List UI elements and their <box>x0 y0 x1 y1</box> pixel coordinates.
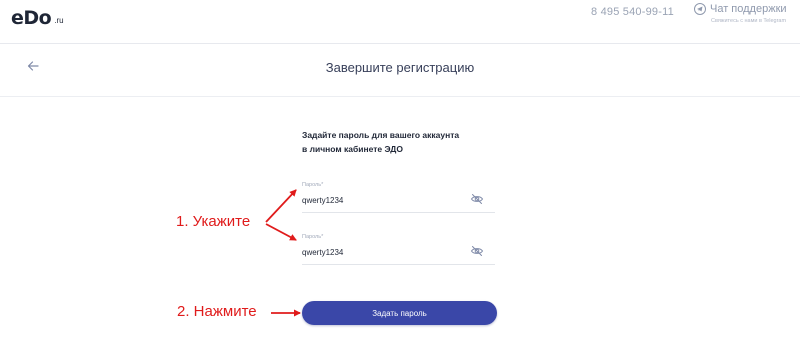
password-confirm-field: Пароль* <box>302 234 495 265</box>
logo-suffix: .ru <box>54 16 64 25</box>
eye-off-icon[interactable] <box>470 244 484 258</box>
set-password-button[interactable]: Задать пароль <box>302 301 497 325</box>
password-form: Задайте пароль для вашего аккаунта в лич… <box>302 128 498 156</box>
logo[interactable]: eDo .ru <box>11 8 64 28</box>
password-confirm-label: Пароль* <box>302 234 324 240</box>
password-input[interactable] <box>302 194 462 206</box>
annotation-arrow-field2 <box>265 223 297 241</box>
form-description: Задайте пароль для вашего аккаунта в лич… <box>302 128 498 156</box>
password-confirm-input[interactable] <box>302 246 462 258</box>
top-bar: eDo .ru 8 495 540-99-11 Чат поддержки Св… <box>0 0 800 44</box>
annotation-step2: 2. Нажмите <box>177 303 257 320</box>
telegram-icon <box>694 3 706 15</box>
logo-mark: eDo <box>11 7 52 29</box>
page-title: Завершите регистрацию <box>325 60 475 75</box>
form-description-line1: Задайте пароль для вашего аккаунта <box>302 130 460 140</box>
annotation-step1: 1. Укажите <box>176 213 251 230</box>
phone-number[interactable]: 8 495 540-99-11 <box>591 6 674 18</box>
password-field: Пароль* <box>302 182 495 213</box>
support-chat-subtitle: Свяжитесь с нами в Telegram <box>711 18 787 24</box>
page-header: Завершите регистрацию <box>0 44 800 97</box>
support-chat-label: Чат поддержки <box>710 3 787 15</box>
support-chat-link[interactable]: Чат поддержки Свяжитесь с нами в Telegra… <box>694 3 794 24</box>
annotation-arrow-field1 <box>265 189 297 223</box>
form-description-line2: в личном кабинете ЭДО <box>302 144 403 154</box>
eye-off-icon[interactable] <box>470 192 484 206</box>
password-field-label: Пароль* <box>302 182 324 188</box>
